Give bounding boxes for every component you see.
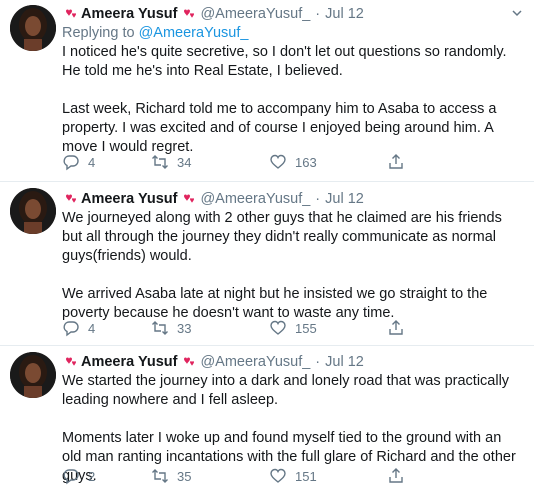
author-handle[interactable]: @AmeeraYusuf_ [200, 354, 310, 370]
share-button[interactable] [387, 152, 413, 172]
tweet-date[interactable]: Jul 12 [325, 191, 364, 207]
reply-button[interactable]: 4 [62, 152, 151, 172]
revolving-hearts-icon [66, 194, 76, 203]
author-handle[interactable]: @AmeeraYusuf_ [200, 6, 310, 22]
reply-count: 2 [88, 468, 96, 484]
retweet-icon [152, 321, 168, 335]
retweet-count: 35 [177, 468, 192, 484]
share-button[interactable] [387, 466, 413, 486]
revolving-hearts-icon [66, 9, 76, 18]
retweet-button[interactable]: 34 [151, 152, 269, 172]
share-icon [389, 320, 403, 335]
share-icon [389, 468, 403, 483]
tweet-paragraph: Last week, Richard told me to accompany … [62, 101, 497, 155]
like-count: 155 [295, 320, 317, 336]
avatar[interactable] [10, 5, 56, 51]
retweet-count: 33 [177, 320, 192, 336]
reply-count: 4 [88, 154, 96, 170]
replying-to-prefix: Replying to [62, 25, 139, 41]
tweet[interactable]: Ameera Yusuf @AmeeraYusuf_ · Jul 12 We j… [0, 182, 534, 346]
tweet[interactable]: Ameera Yusuf @AmeeraYusuf_ · Jul 12 We s… [0, 346, 534, 494]
replying-to: Replying to @AmeeraYusuf_ [62, 24, 524, 43]
author-name[interactable]: Ameera Yusuf [81, 191, 177, 207]
avatar-photo [10, 5, 56, 51]
like-button[interactable]: 155 [269, 318, 387, 338]
like-button[interactable]: 151 [269, 466, 387, 486]
chevron-down-icon[interactable] [510, 6, 524, 20]
tweet-date[interactable]: Jul 12 [325, 6, 364, 22]
reply-count: 4 [88, 320, 96, 336]
reply-button[interactable]: 2 [62, 466, 151, 486]
tweet[interactable]: Ameera Yusuf @AmeeraYusuf_ · Jul 12 Repl… [0, 0, 534, 182]
reply-icon [63, 155, 79, 171]
revolving-hearts-icon [184, 194, 195, 203]
tweet-date[interactable]: Jul 12 [325, 354, 364, 370]
retweet-icon [152, 469, 168, 483]
retweet-button[interactable]: 33 [151, 318, 269, 338]
tweet-actions: 4 34 163 [62, 152, 492, 172]
like-count: 163 [295, 154, 317, 170]
tweet-header: Ameera Yusuf @AmeeraYusuf_ · Jul 12 [62, 4, 524, 24]
reply-icon [63, 321, 79, 337]
tweet-paragraph: We started the journey into a dark and l… [62, 373, 510, 408]
tweet-feed: Ameera Yusuf @AmeeraYusuf_ · Jul 12 Repl… [0, 0, 534, 494]
tweet-text: We journeyed along with 2 other guys tha… [62, 209, 524, 323]
revolving-hearts-icon [184, 9, 195, 18]
revolving-hearts-icon [184, 357, 195, 366]
like-count: 151 [295, 468, 317, 484]
avatar-photo [10, 188, 56, 234]
separator-dot: · [315, 6, 321, 22]
avatar-photo [10, 352, 56, 398]
like-icon [270, 468, 286, 483]
avatar[interactable] [10, 188, 56, 234]
separator-dot: · [315, 354, 321, 370]
revolving-hearts-icon [66, 357, 76, 366]
like-icon [270, 154, 286, 169]
tweet-header: Ameera Yusuf @AmeeraYusuf_ · Jul 12 [62, 352, 524, 372]
author-name[interactable]: Ameera Yusuf [81, 354, 177, 370]
share-icon [389, 154, 403, 169]
like-button[interactable]: 163 [269, 152, 387, 172]
separator-dot: · [315, 191, 321, 207]
like-icon [270, 320, 286, 335]
retweet-button[interactable]: 35 [151, 466, 269, 486]
author-name[interactable]: Ameera Yusuf [81, 6, 177, 22]
tweet-actions: 2 35 151 [62, 466, 492, 486]
tweet-actions: 4 33 155 [62, 318, 492, 338]
reply-icon [63, 469, 79, 485]
retweet-count: 34 [177, 154, 192, 170]
replying-to-mention[interactable]: @AmeeraYusuf_ [139, 25, 249, 41]
tweet-paragraph: I noticed he's quite secretive, so I don… [62, 44, 507, 79]
author-handle[interactable]: @AmeeraYusuf_ [200, 191, 310, 207]
reply-button[interactable]: 4 [62, 318, 151, 338]
share-button[interactable] [387, 318, 413, 338]
tweet-header: Ameera Yusuf @AmeeraYusuf_ · Jul 12 [62, 189, 524, 209]
tweet-paragraph: We journeyed along with 2 other guys tha… [62, 210, 502, 264]
tweet-text: I noticed he's quite secretive, so I don… [62, 43, 524, 157]
avatar[interactable] [10, 352, 56, 398]
retweet-icon [152, 155, 168, 169]
